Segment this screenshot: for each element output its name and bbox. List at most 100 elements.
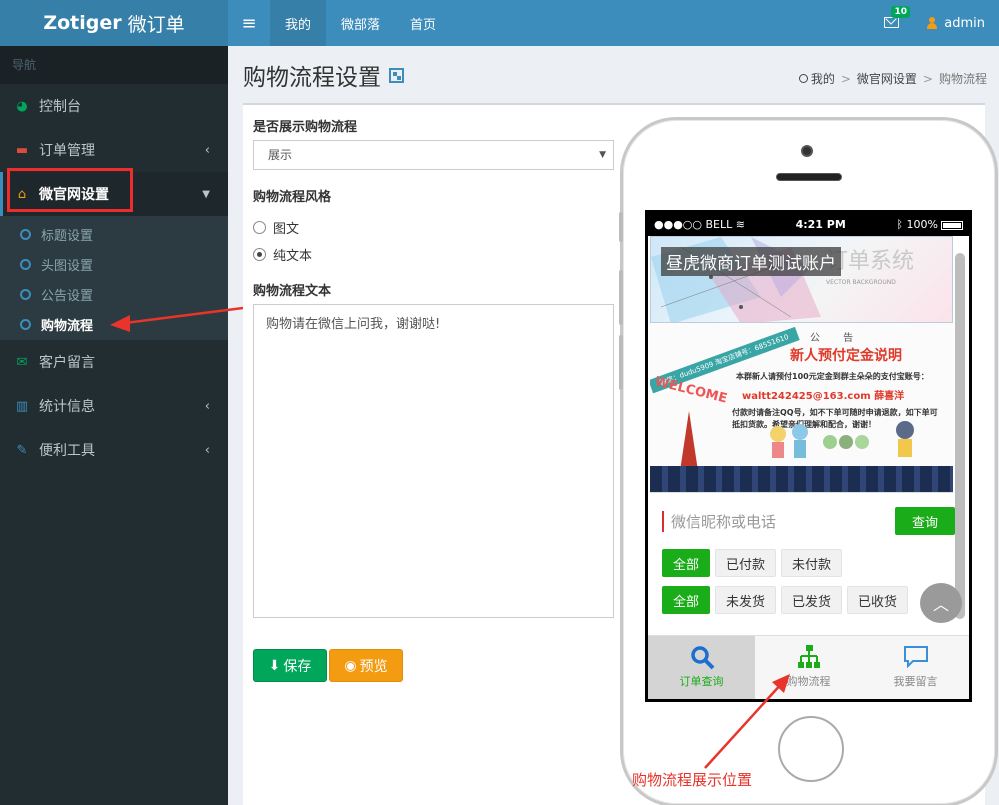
caret-down-icon: ▼: [599, 150, 606, 160]
radio-label: 纯文本: [273, 249, 313, 264]
page-title-text: 购物流程设置: [243, 65, 381, 91]
sub-item-title[interactable]: 标题设置: [0, 219, 228, 249]
sidebar-item-label: 便利工具: [39, 443, 95, 459]
sidebar-header: 导航: [0, 46, 228, 84]
preview-label: 预览: [359, 658, 388, 675]
sidebar-item-label: 订单管理: [39, 143, 95, 159]
circle-icon: [20, 228, 31, 240]
sub-item-label: 头图设置: [41, 258, 94, 274]
filter-received[interactable]: 已收货: [847, 586, 909, 614]
radio-image-text[interactable]: 图文: [253, 218, 299, 237]
sub-item-label: 公告设置: [41, 288, 94, 304]
radio-button[interactable]: [253, 221, 266, 234]
sub-item-shopping-flow[interactable]: 购物流程: [0, 309, 228, 339]
radio-label: 图文: [273, 222, 300, 237]
sub-item-label: 购物流程: [41, 318, 94, 334]
app-logo[interactable]: Zotiger 微订单: [0, 0, 228, 46]
kids-illustration: [770, 421, 914, 458]
filter-unshipped[interactable]: 未发货: [715, 586, 777, 614]
sidebar-item-tools[interactable]: ✎ 便利工具 ‹: [0, 428, 228, 472]
circle-icon: [798, 74, 808, 83]
nav-weibuluo[interactable]: 微部落: [326, 0, 395, 46]
status-bar: ●●●○○ BELL ≋ 4:21 PM ᛒ 100%: [648, 213, 969, 236]
tab-shopping-flow[interactable]: 购物流程: [755, 636, 862, 699]
show-flow-select[interactable]: 展示 ▼: [253, 140, 614, 170]
filter-unpaid[interactable]: 未付款: [781, 549, 843, 577]
sidebar-item-orders[interactable]: ▬ 订单管理 ‹: [0, 128, 228, 172]
tab-label: 购物流程: [786, 675, 831, 688]
tab-leave-message[interactable]: 我要留言: [862, 636, 969, 699]
cart-icon: ▬: [15, 142, 29, 158]
filter-shipped[interactable]: 已发货: [781, 586, 843, 614]
radio-button[interactable]: [253, 248, 266, 261]
user-icon: [927, 17, 938, 29]
circle-icon: [20, 258, 31, 270]
show-flow-label: 是否展示购物流程: [253, 120, 358, 135]
site-settings-submenu: 标题设置 头图设置 公告设置 购物流程: [0, 216, 228, 340]
nav-home[interactable]: 首页: [395, 0, 451, 46]
chevron-left-icon: ‹: [204, 142, 210, 158]
qrcode-icon[interactable]: [389, 67, 404, 83]
sitemap-icon: [797, 645, 820, 668]
filter-ship-all[interactable]: 全部: [662, 586, 711, 614]
notice-image: 微信：dudu5909 淘宝店铺号：68551610 公 告 新人预付定金说明 …: [650, 323, 953, 493]
chevron-up-icon: ︿: [932, 595, 949, 614]
tab-order-query[interactable]: 订单查询: [648, 636, 755, 699]
mail-badge: 10: [891, 6, 910, 18]
search-input[interactable]: 微信昵称或电话: [662, 510, 895, 532]
logo-brand: Zotiger: [43, 12, 122, 34]
breadcrumb-current: 购物流程: [938, 72, 987, 86]
scrollbar[interactable]: [955, 253, 965, 619]
chevron-down-icon: ▼: [202, 188, 210, 200]
bar-chart-icon: ▥: [15, 398, 29, 414]
filter-paid[interactable]: 已付款: [715, 549, 777, 577]
breadcrumb-sep: >: [922, 71, 933, 86]
phone-side-button: [619, 212, 623, 242]
nav-mine[interactable]: 我的: [270, 0, 327, 46]
dashboard-icon: ◕: [16, 98, 28, 114]
notice-headline: 新人预付定金说明: [790, 348, 902, 364]
banner-title: 昼虎微商订单测试账户: [661, 247, 841, 276]
download-icon: ⬇: [268, 657, 281, 674]
sub-item-notice[interactable]: 公告设置: [0, 279, 228, 309]
banner-sub-text: VECTOR BACKGROUND: [826, 279, 896, 286]
scroll-top-button[interactable]: ︿: [920, 583, 962, 623]
sidebar-item-dashboard[interactable]: ◕ 控制台: [0, 84, 228, 128]
breadcrumb-mine[interactable]: 我的: [811, 70, 835, 87]
sub-item-label: 标题设置: [41, 228, 94, 244]
sidebar: 导航 ◕ 控制台 ▬ 订单管理 ‹ ⌂ 微官网设置 ▼ 标题设置 头图设置 公告…: [0, 46, 228, 805]
header-banner: 订单系统 VECTOR BACKGROUND 昼虎微商订单测试账户: [650, 236, 953, 323]
flow-style-label: 购物流程风格: [253, 190, 332, 205]
breadcrumb-site-settings[interactable]: 微官网设置: [857, 70, 917, 87]
sidebar-item-stats[interactable]: ▥ 统计信息 ‹: [0, 384, 228, 428]
battery-icon: [940, 220, 963, 230]
search-icon: [690, 646, 714, 670]
flow-text-textarea[interactable]: 购物请在微信上问我，谢谢哒!: [253, 304, 614, 618]
wifi-icon: ≋: [735, 218, 745, 231]
notice-line: 本群新人请预付100元定金到群主朵朵的支付宝账号：: [736, 372, 929, 381]
preview-button[interactable]: ◉ 预览: [329, 649, 403, 682]
annotation-label: 购物流程展示位置: [632, 771, 753, 789]
order-search-bar: 微信昵称或电话 查询: [648, 498, 969, 544]
top-nav: 我的 微部落 首页: [270, 0, 451, 46]
highlight-box: [7, 168, 133, 212]
sub-item-header-image[interactable]: 头图设置: [0, 249, 228, 279]
bluetooth-icon: ᛒ: [896, 218, 904, 231]
chevron-left-icon: ‹: [204, 442, 210, 458]
menu-toggle-icon[interactable]: ≡: [228, 0, 270, 46]
carrier: ●●●○○ BELL ≋: [654, 218, 745, 231]
filter-pay-all[interactable]: 全部: [662, 549, 711, 577]
breadcrumb: 我的 > 微官网设置 > 购物流程: [798, 70, 987, 87]
radio-plain-text[interactable]: 纯文本: [253, 245, 312, 264]
select-value: 展示: [268, 148, 293, 162]
sidebar-item-messages[interactable]: ✉ 客户留言: [0, 340, 228, 384]
user-menu[interactable]: admin: [927, 0, 985, 46]
notice-email: waltt242425@163.com 薛喜洋: [742, 391, 905, 402]
phone-side-button: [619, 335, 623, 390]
phone-home-button: [778, 716, 844, 782]
bottom-tabbar: 订单查询 购物流程 我要留言: [648, 635, 969, 699]
search-button[interactable]: 查询: [895, 507, 955, 535]
save-button[interactable]: ⬇ 保存: [253, 649, 327, 682]
circle-icon: [20, 288, 31, 300]
tab-label: 订单查询: [679, 675, 724, 688]
